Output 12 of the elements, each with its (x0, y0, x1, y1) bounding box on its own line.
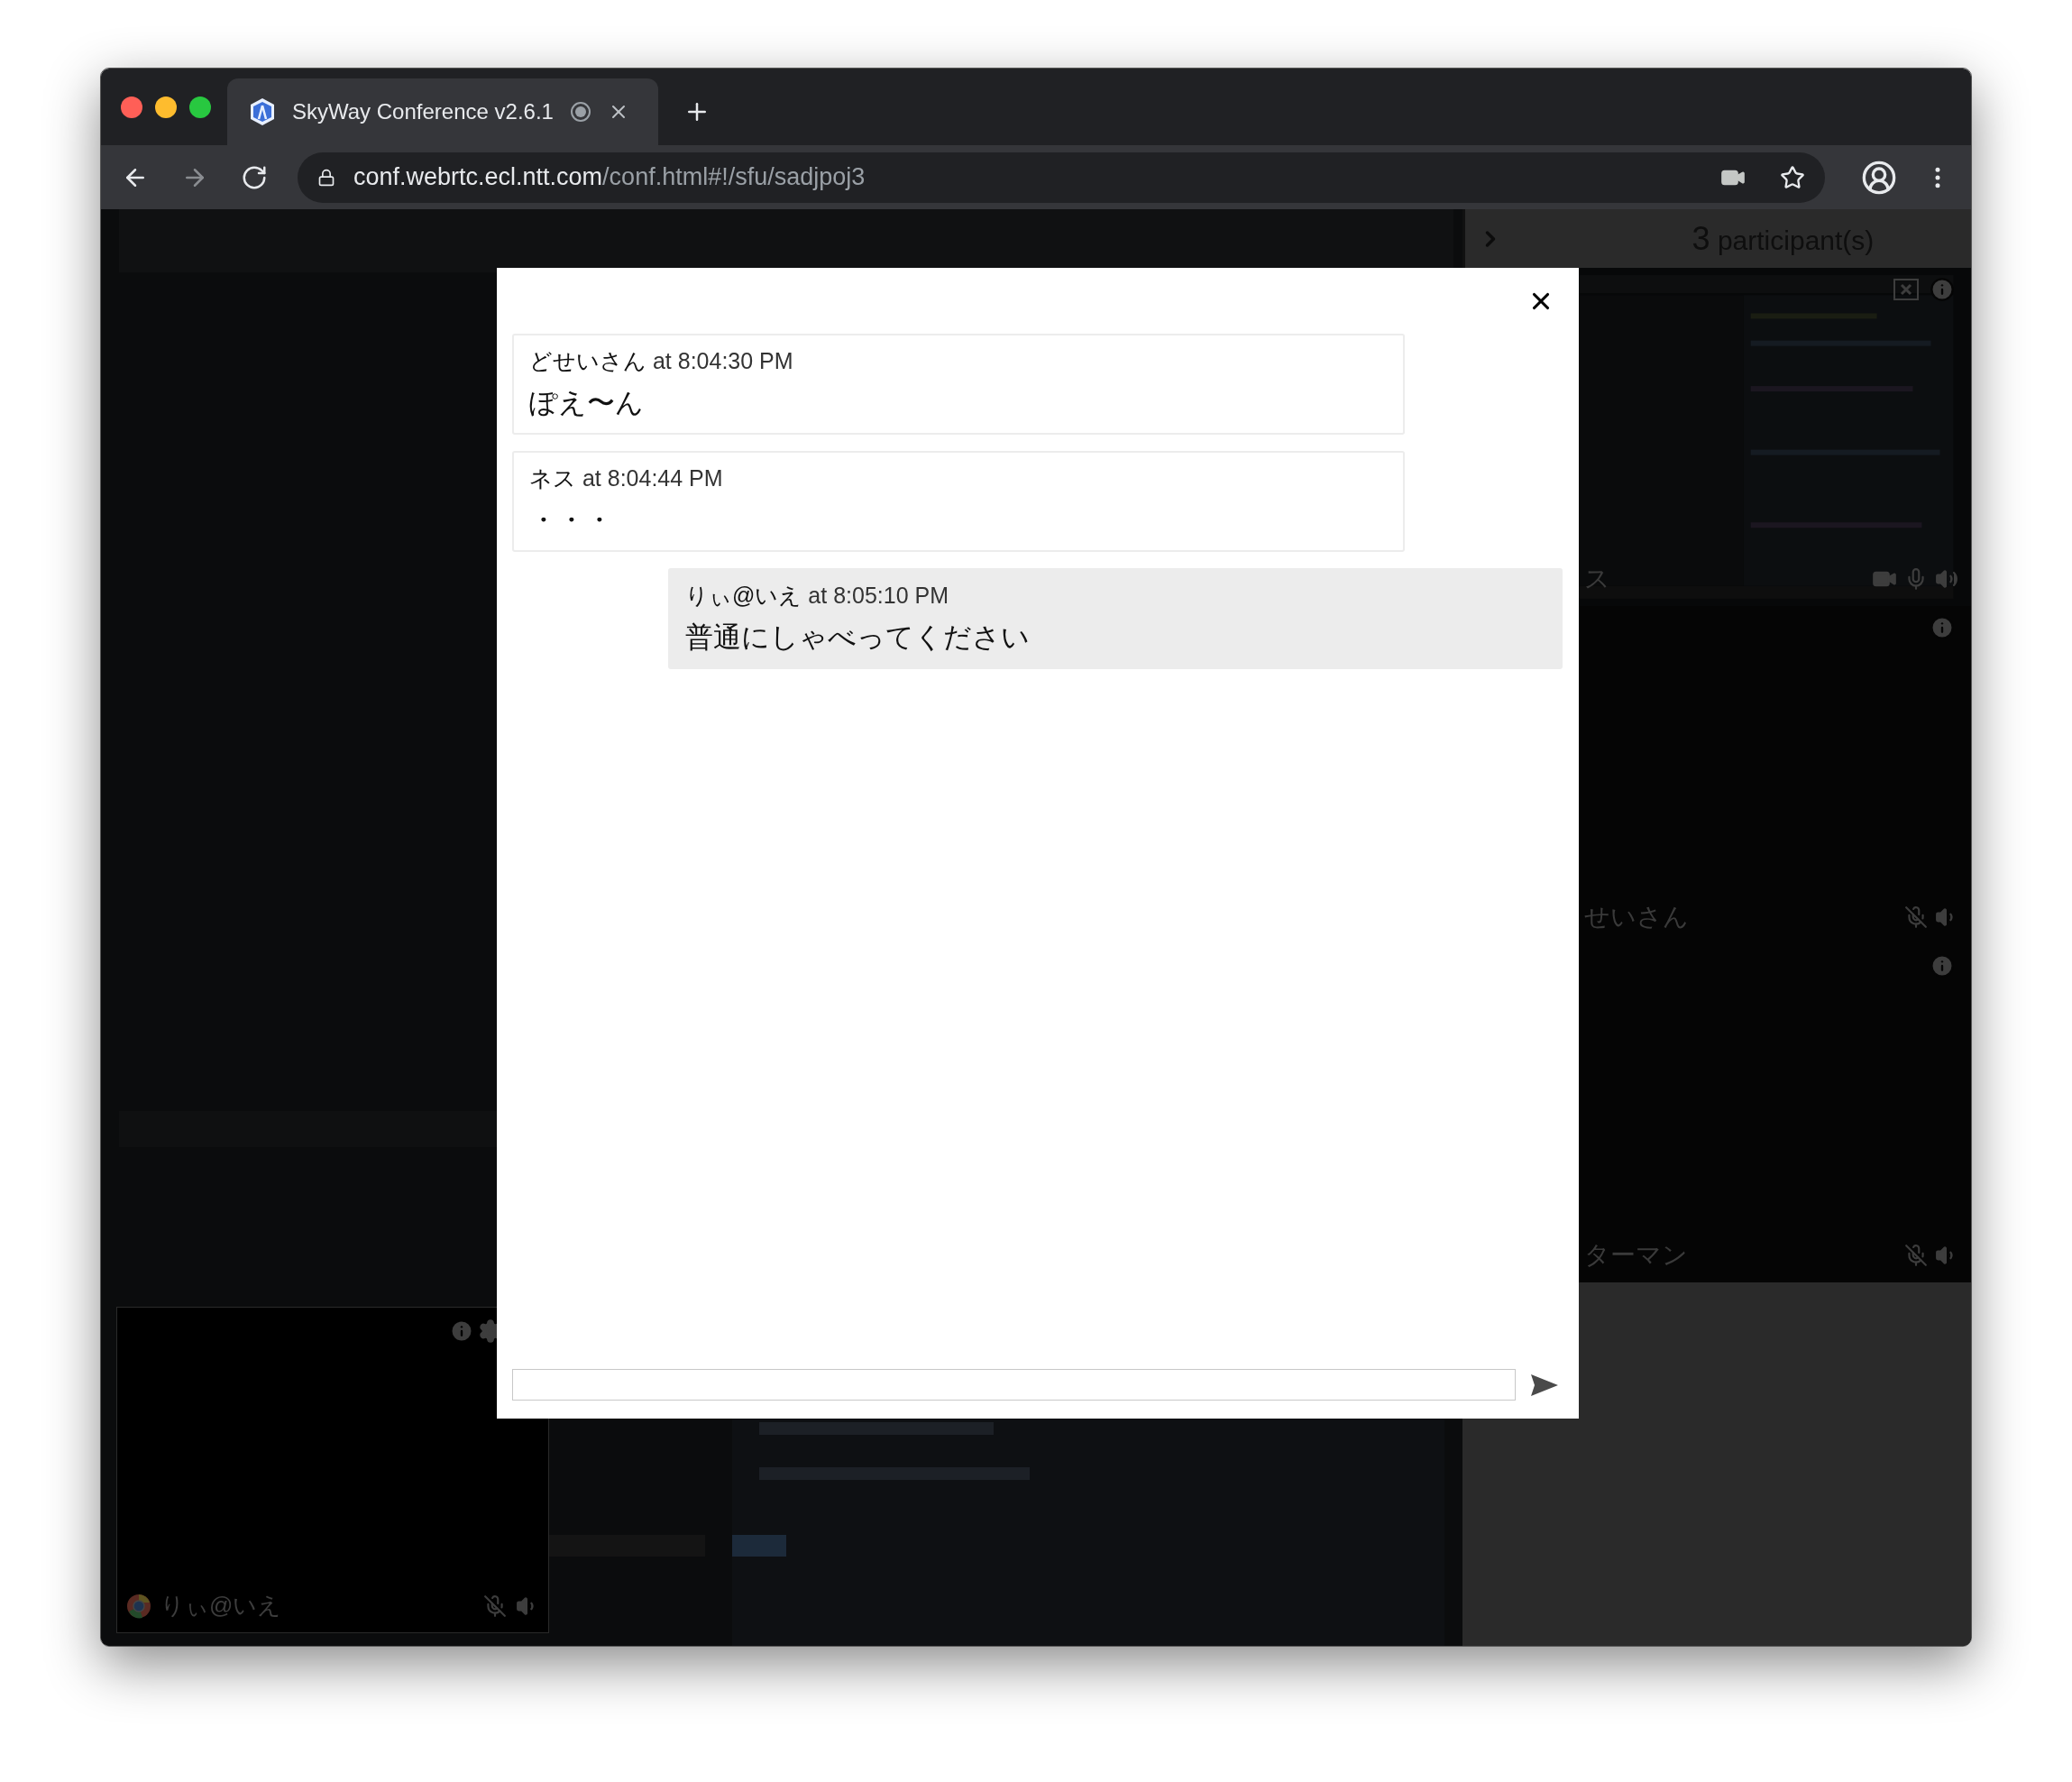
tab-title: SkyWay Conference v2.6.1 (292, 98, 554, 125)
minimize-window-button[interactable] (155, 96, 177, 118)
bookmark-star-icon[interactable] (1780, 164, 1805, 190)
send-icon[interactable] (1530, 1373, 1559, 1397)
address-bar[interactable]: conf.webrtc.ecl.ntt.com/conf.html#!/sfu/sadjpoj3 (298, 152, 1825, 203)
shield-logo-icon (249, 97, 276, 126)
maximize-window-button[interactable] (189, 96, 211, 118)
lock-icon (317, 168, 335, 187)
close-window-button[interactable] (121, 96, 142, 118)
url-text: conf.webrtc.ecl.ntt.com/conf.html#!/sfu/sadjpoj3 (353, 162, 866, 193)
browser-tab[interactable]: SkyWay Conference v2.6.1 (227, 78, 658, 145)
profile-avatar-icon[interactable] (1861, 159, 1897, 196)
